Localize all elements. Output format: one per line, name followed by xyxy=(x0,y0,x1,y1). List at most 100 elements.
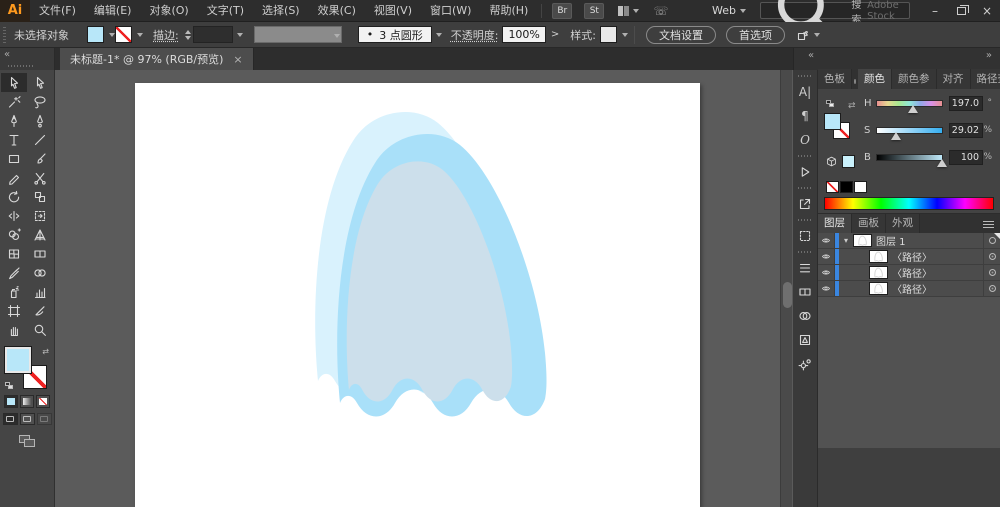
menu-item-8[interactable]: 帮助(H) xyxy=(480,0,537,22)
default-fill-stroke-icon[interactable] xyxy=(826,100,836,109)
visibility-toggle[interactable] xyxy=(818,281,835,296)
color-tab-4[interactable]: 路径查 xyxy=(970,69,1000,89)
paragraph-panel[interactable]: ¶ xyxy=(793,104,817,128)
vertical-scrollbar[interactable] xyxy=(780,70,792,507)
workspace-switcher[interactable]: Web xyxy=(712,4,746,17)
tool-eyedropper[interactable] xyxy=(1,263,27,282)
share-icon[interactable]: ☏ xyxy=(653,4,668,18)
menu-item-5[interactable]: 效果(C) xyxy=(309,0,365,22)
black-swatch[interactable] xyxy=(840,181,853,193)
document-setup-button[interactable]: 文档设置 xyxy=(646,25,716,44)
path-thumbnail[interactable] xyxy=(869,282,888,295)
slider-thumb-icon[interactable] xyxy=(937,158,947,167)
tool-type[interactable] xyxy=(1,130,27,149)
target-cell[interactable] xyxy=(983,281,1000,296)
adobe-stock-search-input[interactable]: 搜索 Adobe Stock xyxy=(760,0,910,43)
menu-item-6[interactable]: 视图(V) xyxy=(365,0,421,22)
tool-gradient[interactable] xyxy=(27,244,53,263)
layers-empty-area[interactable] xyxy=(818,297,1000,448)
color-button[interactable] xyxy=(4,395,18,408)
symbols-panel[interactable] xyxy=(793,328,817,352)
isolate-selected-icon[interactable] xyxy=(796,28,810,42)
tool-scale[interactable] xyxy=(27,187,53,206)
path-thumbnail[interactable] xyxy=(869,250,888,263)
tool-rectangle[interactable] xyxy=(1,149,27,168)
menu-item-4[interactable]: 选择(S) xyxy=(253,0,309,22)
tool-free-transform[interactable] xyxy=(27,206,53,225)
layers-tab-2[interactable]: 外观 xyxy=(886,213,920,233)
character-panel[interactable]: A| xyxy=(793,80,817,104)
tool-pen[interactable] xyxy=(1,111,27,130)
fill-color-control[interactable] xyxy=(4,346,32,374)
tool-shaper[interactable] xyxy=(1,168,27,187)
panel-menu-icon[interactable] xyxy=(977,221,1000,233)
export-panel[interactable] xyxy=(793,192,817,216)
tool-perspective-grid[interactable] xyxy=(27,225,53,244)
style-dropdown[interactable] xyxy=(617,26,628,43)
fill-color-swatch[interactable] xyxy=(87,26,104,43)
style-swatch[interactable] xyxy=(600,26,617,43)
tool-lasso[interactable] xyxy=(27,92,53,111)
color-tab-1[interactable]: 颜色 xyxy=(858,69,892,89)
actions-panel[interactable] xyxy=(793,160,817,184)
expand-panels-icon[interactable]: » xyxy=(986,50,992,61)
web-cube-icon[interactable] xyxy=(826,156,837,167)
stroke-weight-input[interactable] xyxy=(192,26,233,43)
layers-tab-1[interactable]: 画板 xyxy=(852,213,886,233)
canvas-pasteboard[interactable] xyxy=(55,70,793,507)
menu-item-0[interactable]: 文件(F) xyxy=(30,0,85,22)
close-tab-icon[interactable]: × xyxy=(233,53,242,66)
draw-normal-button[interactable] xyxy=(2,413,18,425)
layer-name[interactable]: 图层 1 xyxy=(876,233,983,248)
menu-item-2[interactable]: 对象(O) xyxy=(140,0,197,22)
gamut-swatch[interactable] xyxy=(842,155,855,168)
path-name[interactable]: 〈路径〉 xyxy=(892,265,983,280)
transparency-panel[interactable] xyxy=(793,304,817,328)
tool-paintbrush[interactable] xyxy=(27,149,53,168)
workspace-layout-icon[interactable] xyxy=(618,5,630,16)
collapse-toolbar-icon[interactable]: « xyxy=(4,49,10,60)
s-slider-track[interactable] xyxy=(876,126,943,140)
b-slider-track[interactable] xyxy=(876,153,947,167)
visibility-toggle[interactable] xyxy=(818,265,835,280)
stroke-weight-stepper[interactable] xyxy=(184,29,191,40)
stroke-color-swatch[interactable] xyxy=(115,26,132,43)
stroke-weight-label[interactable]: 描边: xyxy=(153,27,179,43)
tool-curvature[interactable] xyxy=(27,111,53,130)
bridge-button[interactable]: Br xyxy=(552,2,573,19)
tool-mesh[interactable] xyxy=(1,244,27,263)
tool-hand[interactable] xyxy=(1,320,27,339)
tool-scissors[interactable] xyxy=(27,168,53,187)
stroke-panel[interactable] xyxy=(793,256,817,280)
path-row[interactable]: 〈路径〉 xyxy=(818,281,1000,297)
none-button[interactable] xyxy=(36,395,50,408)
visibility-toggle[interactable] xyxy=(818,233,835,248)
expand-chevron-icon[interactable]: ▾ xyxy=(841,236,851,245)
gradient-panel[interactable] xyxy=(793,280,817,304)
stroke-dropdown[interactable] xyxy=(132,26,143,43)
tool-graph[interactable] xyxy=(27,282,53,301)
asset-export-panel[interactable] xyxy=(793,352,817,376)
scrollbar-thumb[interactable] xyxy=(782,282,792,308)
screen-mode-button[interactable] xyxy=(19,435,35,447)
layers-tab-0[interactable]: 图层 xyxy=(818,213,852,233)
swap-fill-stroke-icon[interactable]: ⇄ xyxy=(848,101,856,111)
tool-selection[interactable] xyxy=(1,73,27,92)
brush-dropdown-arrow[interactable] xyxy=(432,26,443,43)
minimize-button[interactable]: – xyxy=(922,0,948,22)
slider-thumb-icon[interactable] xyxy=(907,104,918,113)
tool-width[interactable] xyxy=(1,206,27,225)
target-cell[interactable] xyxy=(983,265,1000,280)
tool-zoom[interactable] xyxy=(27,320,53,339)
fill-dropdown[interactable] xyxy=(104,26,115,43)
transform-panel[interactable] xyxy=(793,224,817,248)
dock-grip[interactable] xyxy=(798,219,812,221)
chevron-down-icon[interactable] xyxy=(633,8,640,13)
tool-blend[interactable] xyxy=(27,263,53,282)
target-circle-icon[interactable] xyxy=(988,269,996,276)
preferences-button[interactable]: 首选项 xyxy=(726,25,785,44)
target-circle-icon[interactable] xyxy=(988,285,996,292)
color-tab-0[interactable]: 色板 xyxy=(818,69,852,89)
collapse-dock-icon[interactable]: « xyxy=(808,50,814,61)
b-value-input[interactable]: 100 xyxy=(949,149,983,165)
